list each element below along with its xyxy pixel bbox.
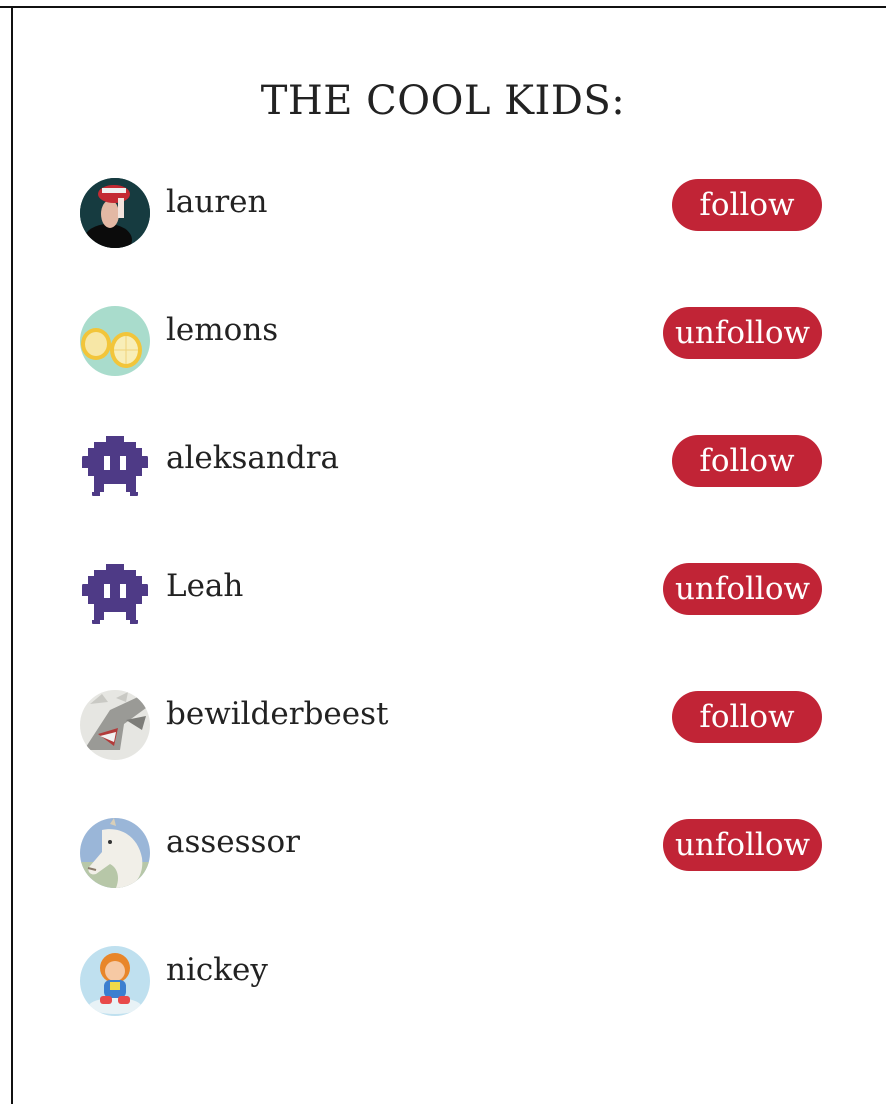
unicorn-icon [80, 818, 150, 888]
avatar[interactable] [80, 690, 150, 760]
dragon-icon [80, 690, 150, 760]
space-invader-icon [80, 434, 150, 504]
follow-button[interactable]: follow [672, 435, 822, 487]
user-list: lauren follow lemons unfollow aleksandra… [80, 178, 822, 1074]
avatar[interactable] [80, 434, 150, 504]
page-title: THE COOL KIDS: [260, 78, 626, 124]
top-border [0, 6, 886, 8]
avatar[interactable] [80, 306, 150, 376]
space-invader-icon [80, 562, 150, 632]
woman-photo-icon [80, 178, 150, 248]
lemons-icon [80, 306, 150, 376]
username[interactable]: lauren [166, 182, 268, 222]
avatar[interactable] [80, 178, 150, 248]
avatar[interactable] [80, 946, 150, 1016]
user-row-nickey: nickey [80, 946, 822, 1074]
username[interactable]: lemons [166, 310, 278, 350]
left-border [11, 6, 13, 1104]
username[interactable]: aleksandra [166, 438, 339, 478]
username[interactable]: Leah [166, 566, 243, 606]
avatar[interactable] [80, 818, 150, 888]
unfollow-button[interactable]: unfollow [663, 307, 822, 359]
user-row-bewilderbeest: bewilderbeest follow [80, 690, 822, 818]
follow-button[interactable]: follow [672, 179, 822, 231]
user-row-aleksandra: aleksandra follow [80, 434, 822, 562]
user-row-assessor: assessor unfollow [80, 818, 822, 946]
username[interactable]: assessor [166, 822, 300, 862]
avatar[interactable] [80, 562, 150, 632]
unfollow-button[interactable]: unfollow [663, 819, 822, 871]
doll-icon [80, 946, 150, 1016]
user-row-lemons: lemons unfollow [80, 306, 822, 434]
username[interactable]: nickey [166, 950, 268, 990]
user-row-leah: Leah unfollow [80, 562, 822, 690]
user-row-lauren: lauren follow [80, 178, 822, 306]
unfollow-button[interactable]: unfollow [663, 563, 822, 615]
follow-button[interactable]: follow [672, 691, 822, 743]
username[interactable]: bewilderbeest [166, 694, 388, 734]
